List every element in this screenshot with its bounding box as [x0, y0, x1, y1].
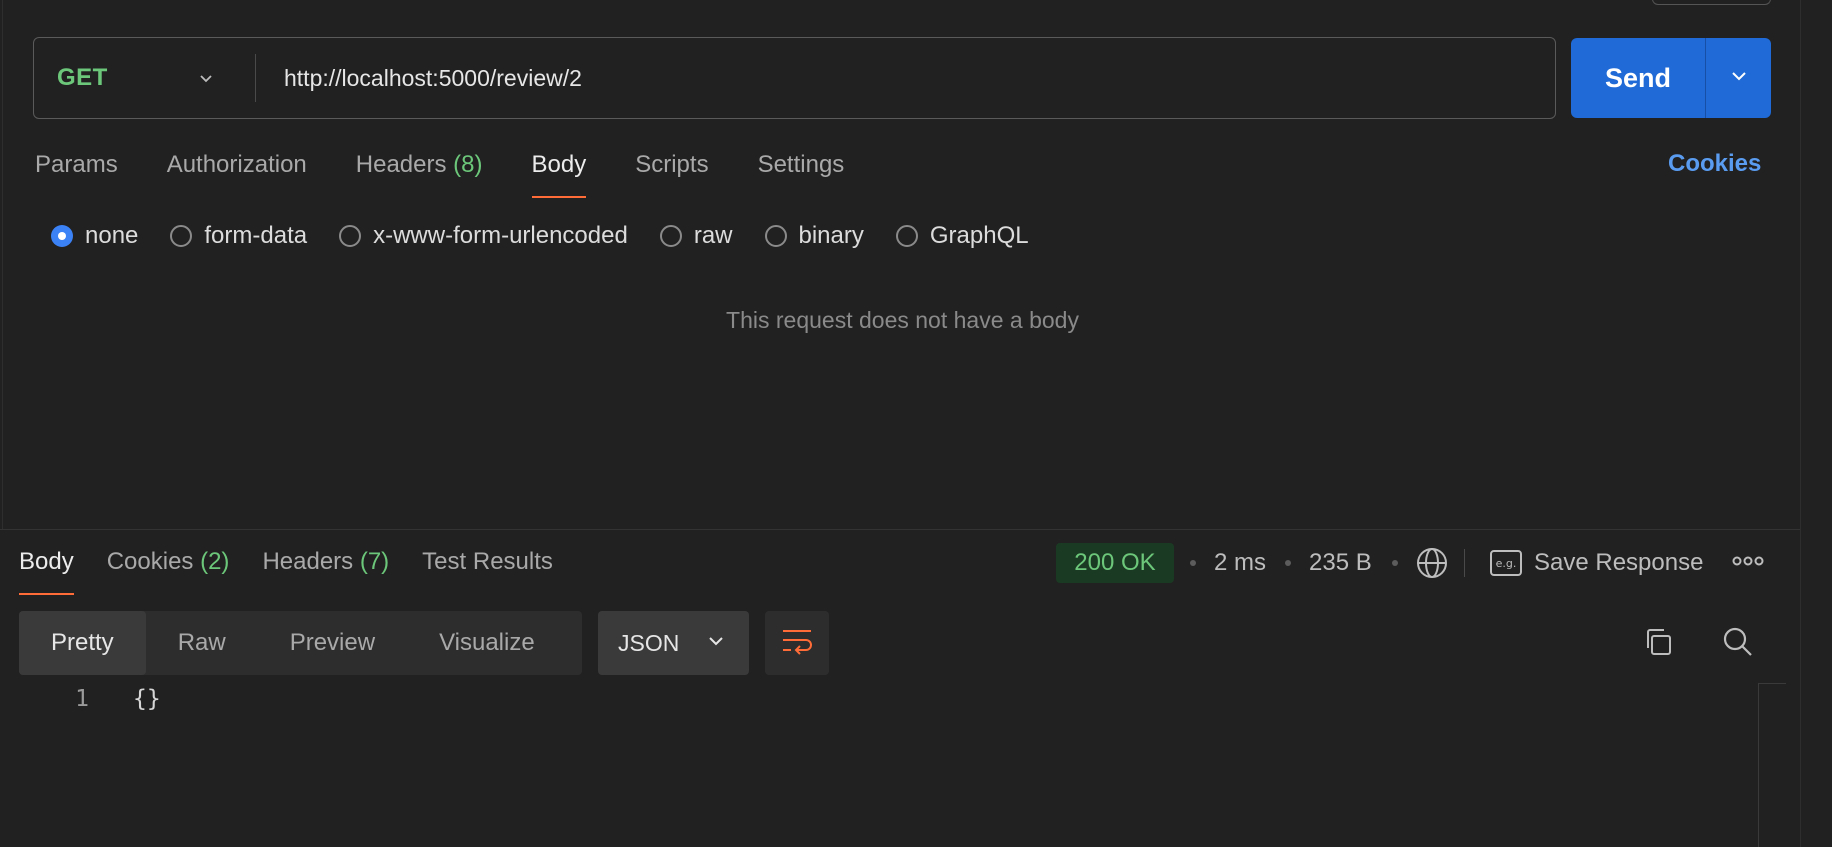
- globe-icon[interactable]: [1415, 546, 1449, 580]
- chevron-down-icon: [1730, 67, 1748, 90]
- radio-label: binary: [798, 222, 864, 249]
- scrollbar[interactable]: [1758, 683, 1759, 847]
- radio-graphql[interactable]: GraphQL: [895, 222, 1029, 250]
- search-icon[interactable]: [1722, 626, 1754, 663]
- tab-label: Scripts: [635, 151, 709, 178]
- url-input[interactable]: http://localhost:5000/review/2: [256, 65, 582, 92]
- tab-response-headers[interactable]: Headers (7): [262, 545, 389, 595]
- copy-icon[interactable]: [1643, 627, 1673, 662]
- tab-headers[interactable]: Headers (8): [356, 148, 483, 198]
- radio-form-data[interactable]: form-data: [170, 222, 307, 250]
- view-visualize[interactable]: Visualize: [407, 611, 567, 675]
- radio-label: raw: [693, 222, 733, 249]
- status-badge[interactable]: 200 OK: [1056, 543, 1174, 583]
- tab-label: Headers: [262, 548, 354, 575]
- radio-label: x-www-form-urlencoded: [373, 222, 628, 249]
- radio-label: form-data: [204, 222, 308, 249]
- code-text[interactable]: {}: [133, 686, 161, 712]
- save-response-button[interactable]: Save Response: [1534, 549, 1703, 577]
- separator-dot: [1285, 560, 1291, 566]
- tab-response-cookies[interactable]: Cookies (2): [107, 545, 230, 595]
- tab-count: (7): [359, 548, 390, 575]
- code-line: 1 {}: [0, 686, 161, 712]
- radio-label: none: [85, 222, 139, 249]
- radio-label: GraphQL: [929, 222, 1029, 249]
- radio-icon: [170, 225, 193, 247]
- wrap-lines-button[interactable]: [765, 611, 829, 675]
- view-preview[interactable]: Preview: [258, 611, 407, 675]
- chevron-down-icon: [199, 71, 213, 85]
- radio-x-www-form-urlencoded[interactable]: x-www-form-urlencoded: [339, 222, 628, 250]
- send-button-group: Send: [1571, 38, 1771, 118]
- radio-icon: [659, 225, 682, 247]
- pane-divider[interactable]: [0, 529, 1800, 530]
- request-tabs: Params Authorization Headers (8) Body Sc…: [35, 148, 893, 198]
- tab-response-body[interactable]: Body: [19, 545, 74, 595]
- response-size[interactable]: 235 B: [1309, 549, 1372, 577]
- divider: [1464, 549, 1465, 577]
- view-pretty[interactable]: Pretty: [19, 611, 146, 675]
- tab-label: Params: [35, 151, 118, 178]
- method-select[interactable]: GET: [34, 54, 256, 102]
- separator-dot: [1190, 560, 1196, 566]
- postman-app: GET http://localhost:5000/review/2 Send …: [0, 0, 1832, 847]
- tab-label: Authorization: [166, 151, 307, 178]
- view-raw[interactable]: Raw: [146, 611, 258, 675]
- panel-border-left: [2, 0, 3, 530]
- tab-settings[interactable]: Settings: [758, 148, 845, 198]
- editor-gutter-edge: [1758, 683, 1786, 684]
- request-url-bar: GET http://localhost:5000/review/2: [33, 37, 1556, 119]
- cookies-link[interactable]: Cookies: [1668, 150, 1761, 178]
- tab-test-results[interactable]: Test Results: [422, 545, 553, 595]
- tab-scripts[interactable]: Scripts: [635, 148, 708, 198]
- line-number: 1: [75, 686, 89, 712]
- tab-body[interactable]: Body: [531, 148, 587, 198]
- method-label: GET: [57, 64, 108, 91]
- panel-border: [1800, 0, 1801, 847]
- more-options-icon[interactable]: [1732, 554, 1764, 573]
- tab-label: Settings: [757, 151, 845, 178]
- separator-dot: [1392, 560, 1398, 566]
- send-button[interactable]: Send: [1571, 38, 1705, 118]
- radio-selected-icon: [51, 225, 73, 247]
- tab-count: (8): [453, 151, 483, 178]
- tab-count: (2): [200, 548, 230, 575]
- tab-label: Body: [19, 548, 74, 575]
- svg-text:e.g.: e.g.: [1496, 557, 1517, 570]
- tab-label: Test Results: [422, 548, 553, 575]
- radio-icon: [764, 225, 787, 247]
- no-body-message: This request does not have a body: [726, 307, 1079, 333]
- response-tabs: Body Cookies (2) Headers (7) Test Result…: [19, 545, 586, 595]
- radio-binary[interactable]: binary: [764, 222, 864, 250]
- body-type-radio-group: none form-data x-www-form-urlencoded raw…: [51, 222, 1061, 250]
- tab-params[interactable]: Params: [35, 148, 118, 198]
- wrap-lines-icon: [781, 627, 813, 660]
- radio-icon: [895, 225, 918, 247]
- send-options-button[interactable]: [1706, 38, 1771, 118]
- tab-label: Cookies: [106, 548, 194, 575]
- format-select[interactable]: JSON: [598, 611, 749, 675]
- format-label: JSON: [618, 629, 680, 656]
- tab-label: Body: [531, 151, 587, 178]
- chevron-down-icon: [707, 632, 725, 655]
- top-toolbar-fragment[interactable]: [1652, 0, 1771, 5]
- tab-authorization[interactable]: Authorization: [167, 148, 307, 198]
- radio-raw[interactable]: raw: [659, 222, 733, 250]
- radio-icon: [339, 225, 362, 247]
- radio-none[interactable]: none: [51, 222, 138, 250]
- examples-icon[interactable]: e.g.: [1490, 550, 1522, 581]
- response-time[interactable]: 2 ms: [1214, 549, 1266, 577]
- tab-label: Headers: [355, 151, 447, 178]
- view-mode-toggle: Pretty Raw Preview Visualize: [19, 611, 582, 675]
